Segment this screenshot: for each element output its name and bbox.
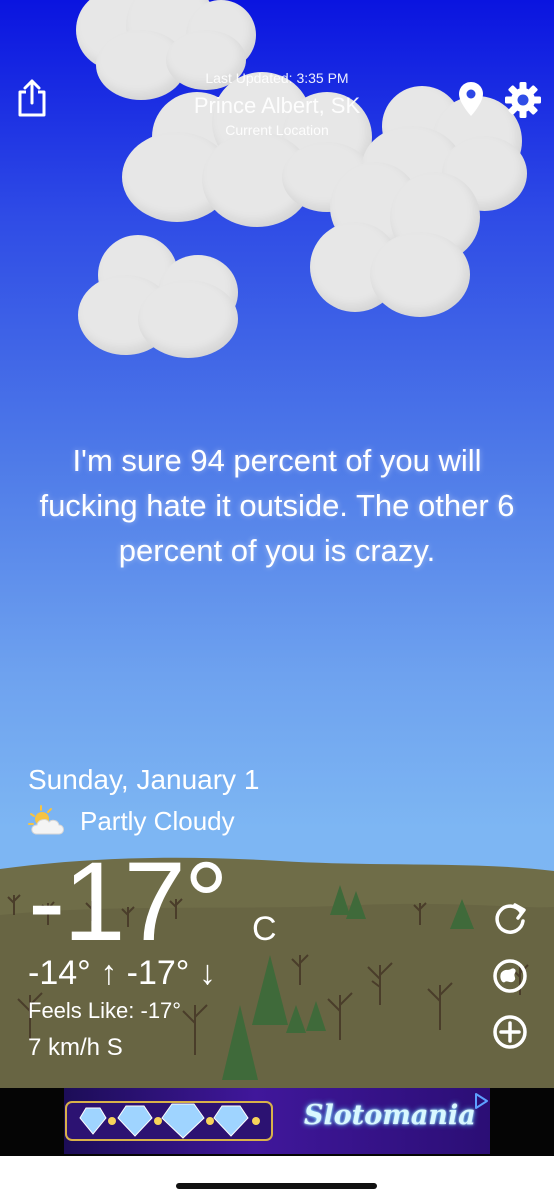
ad-banner[interactable]: Slotomania — [0, 1088, 554, 1156]
high-low-temps: -14° ↑ -17° ↓ — [28, 954, 216, 993]
city-name[interactable]: Prince Albert, SK — [140, 93, 414, 119]
add-location-icon[interactable] — [491, 1013, 529, 1051]
high-temp: -14° — [28, 954, 91, 992]
arrow-down-icon: ↓ — [198, 954, 216, 992]
ad-choices-icon[interactable] — [472, 1092, 490, 1110]
cloud-left — [78, 235, 243, 360]
date-label: Sunday, January 1 — [28, 764, 260, 795]
last-updated-text: Last Updated: 3:35 PM — [205, 70, 349, 86]
location-pin-icon — [459, 82, 483, 116]
slotomania-ad[interactable]: Slotomania — [64, 1088, 490, 1154]
cloud-right-lower — [310, 162, 485, 322]
wind-speed: 7 km/h S — [28, 1034, 123, 1061]
feels-like: Feels Like: -17° — [28, 998, 182, 1023]
ad-brand-logo: Slotomania — [304, 1100, 476, 1131]
gear-icon — [505, 82, 541, 118]
settings-button[interactable] — [503, 80, 543, 120]
current-location-label: Current Location — [225, 122, 329, 138]
location-button[interactable] — [456, 80, 486, 118]
condition-label: Partly Cloudy — [80, 806, 235, 836]
bottom-safe-area — [0, 1156, 554, 1200]
arrow-up-icon: ↑ — [100, 954, 118, 992]
low-temp: -17° — [126, 954, 190, 992]
share-icon — [18, 79, 46, 117]
weather-quote: I'm sure 94 percent of you will fucking … — [39, 443, 515, 568]
temperature-unit[interactable]: C — [252, 910, 277, 949]
weather-screen: Last Updated: 3:35 PM Prince Albert, SK … — [0, 0, 554, 1090]
refresh-icon[interactable] — [491, 900, 529, 938]
slot-reels-graphic — [65, 1101, 273, 1141]
partly-cloudy-icon — [28, 805, 64, 835]
share-button[interactable] — [14, 76, 50, 120]
home-indicator[interactable] — [176, 1183, 377, 1189]
radar-icon[interactable] — [491, 957, 529, 995]
current-temperature: -17° — [28, 839, 229, 964]
